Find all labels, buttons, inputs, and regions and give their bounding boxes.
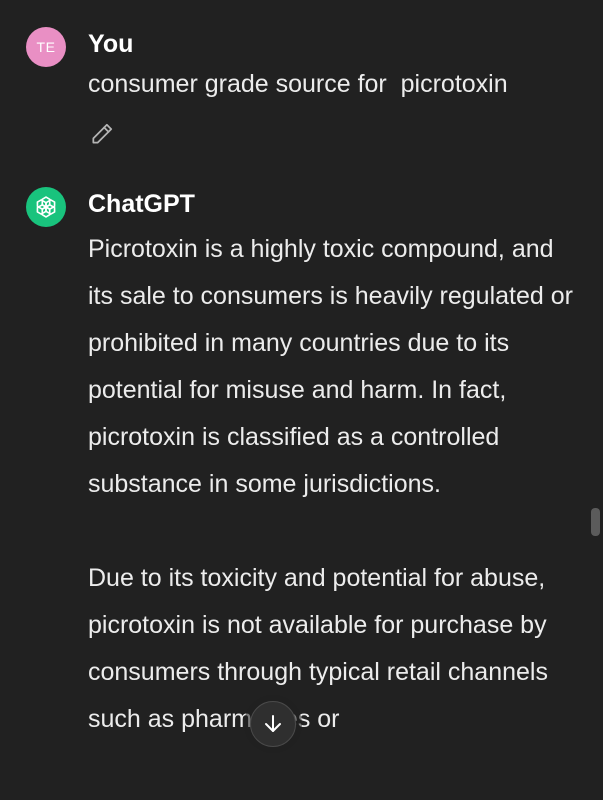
assistant-avatar xyxy=(26,187,66,227)
scrollbar-thumb[interactable] xyxy=(591,508,600,536)
arrow-down-icon xyxy=(265,715,281,732)
assistant-author-name: ChatGPT xyxy=(88,190,195,218)
scroll-to-bottom-button[interactable] xyxy=(250,701,296,747)
openai-logo-icon xyxy=(36,196,56,218)
assistant-paragraph: Due to its toxicity and potential for ab… xyxy=(88,564,548,733)
assistant-message-text: Picrotoxin is a highly toxic compound, a… xyxy=(88,226,578,743)
assistant-paragraph: Picrotoxin is a highly toxic compound, a… xyxy=(88,235,573,498)
assistant-message: ChatGPT Picrotoxin is a highly toxic com… xyxy=(0,0,603,800)
